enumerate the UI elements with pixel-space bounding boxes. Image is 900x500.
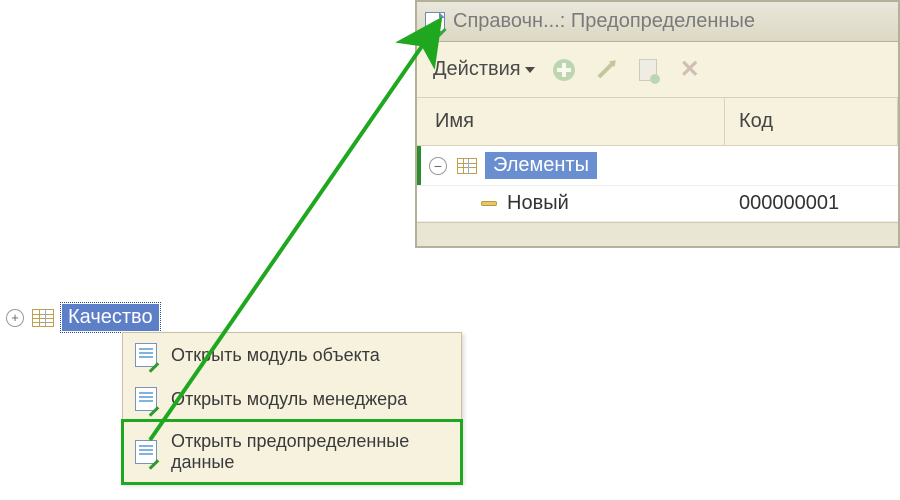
row-label: Новый bbox=[507, 192, 569, 215]
edit-icon bbox=[597, 61, 614, 78]
tree-node-label: Качество bbox=[62, 304, 159, 331]
catalog-icon bbox=[457, 158, 477, 174]
window-toolbar: Действия ✕ bbox=[417, 42, 898, 98]
window-title: Справочн...: Предопределенные bbox=[453, 10, 755, 33]
module-icon bbox=[135, 387, 157, 411]
context-menu: Открыть модуль объекта Открыть модуль ме… bbox=[122, 332, 462, 484]
window-footer bbox=[417, 222, 898, 246]
expand-toggle[interactable]: + bbox=[6, 309, 24, 327]
window-titlebar[interactable]: Справочн...: Предопределенные bbox=[417, 2, 898, 42]
data-grid: Имя Код − Элементы Новый 000000001 bbox=[417, 98, 898, 222]
menu-item-label: Открыть предопределенные данные bbox=[171, 431, 449, 473]
row-code bbox=[729, 160, 898, 172]
edit-button[interactable] bbox=[593, 57, 619, 83]
grid-header: Имя Код bbox=[417, 98, 898, 146]
actions-label: Действия bbox=[433, 58, 521, 81]
configurator-tree-node[interactable]: + Качество bbox=[6, 304, 159, 331]
grid-row-child[interactable]: Новый 000000001 bbox=[417, 186, 898, 222]
predefined-window: Справочн...: Предопределенные Действия ✕… bbox=[415, 0, 900, 248]
menu-item-label: Открыть модуль объекта bbox=[171, 345, 380, 366]
copy-button[interactable] bbox=[635, 57, 661, 83]
grid-row-root[interactable]: − Элементы bbox=[417, 146, 898, 186]
menu-open-manager-module[interactable]: Открыть модуль менеджера bbox=[123, 377, 461, 421]
chevron-down-icon bbox=[525, 67, 535, 73]
collapse-toggle[interactable]: − bbox=[429, 157, 447, 175]
module-icon bbox=[135, 440, 157, 464]
actions-dropdown[interactable]: Действия bbox=[433, 58, 535, 81]
menu-item-label: Открыть модуль менеджера bbox=[171, 389, 407, 410]
add-button[interactable] bbox=[551, 57, 577, 83]
menu-open-predefined-data[interactable]: Открыть предопределенные данные bbox=[123, 421, 461, 483]
grid-body: − Элементы Новый 000000001 bbox=[417, 146, 898, 222]
row-label: Элементы bbox=[485, 152, 597, 179]
catalog-predefined-icon bbox=[425, 12, 445, 32]
delete-button[interactable]: ✕ bbox=[677, 57, 703, 83]
copy-add-icon bbox=[639, 59, 657, 81]
row-code: 000000001 bbox=[729, 186, 898, 221]
element-icon bbox=[481, 201, 497, 206]
column-header-name[interactable]: Имя bbox=[417, 98, 725, 145]
column-header-code[interactable]: Код bbox=[725, 98, 898, 145]
delete-icon: ✕ bbox=[680, 55, 700, 84]
catalog-icon bbox=[32, 309, 54, 327]
add-icon bbox=[553, 59, 575, 81]
menu-open-object-module[interactable]: Открыть модуль объекта bbox=[123, 333, 461, 377]
module-icon bbox=[135, 343, 157, 367]
